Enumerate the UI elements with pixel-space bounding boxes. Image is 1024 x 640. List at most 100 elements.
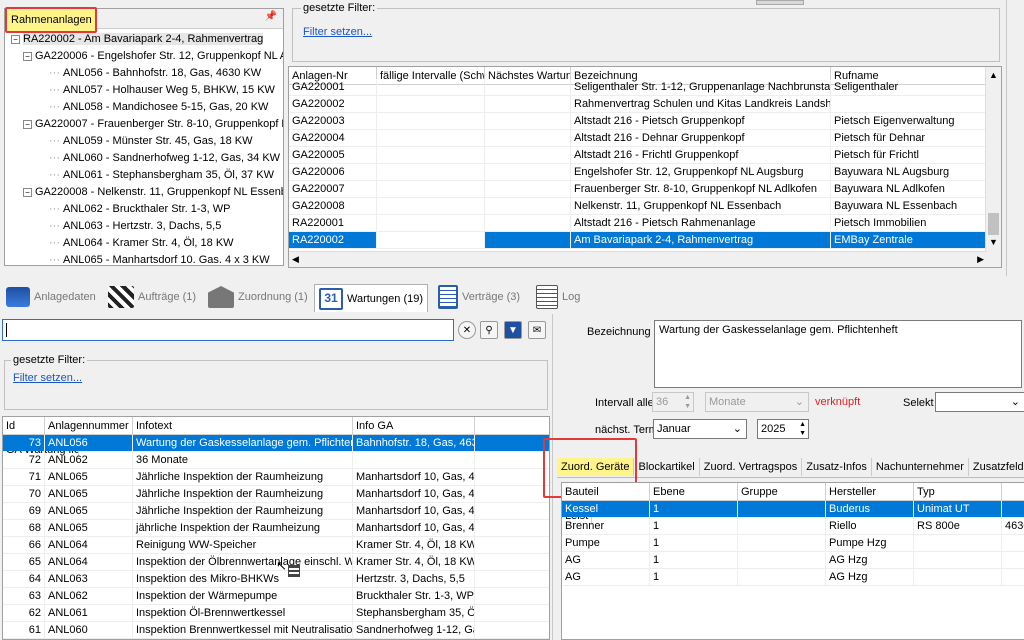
- collapse-icon[interactable]: −: [23, 119, 32, 129]
- column-header[interactable]: Anlagennummer: [45, 417, 133, 435]
- scroll-left-icon[interactable]: ◀: [292, 254, 299, 265]
- tree-leaf[interactable]: ··· ANL065 - Manhartsdorf 10, Gas, 4 x 3 …: [11, 252, 283, 263]
- tab-wartungen[interactable]: 31 Wartungen (19): [314, 284, 429, 312]
- spinner-arrows-icon[interactable]: ▲ ▼: [799, 420, 806, 438]
- tree-leaf[interactable]: ··· ANL062 - Bruckthaler Str. 1-3, WP: [11, 201, 283, 218]
- column-header[interactable]: Ebene: [650, 483, 738, 501]
- table-row[interactable]: 63 ANL062 Inspektion der Wärmepumpe Bruckth…: [3, 588, 549, 605]
- table-row[interactable]: 62 ANL061 Inspektion Öl-Brennwertkessel Ste…: [3, 605, 549, 622]
- document-icon: [438, 285, 458, 309]
- tree-leaf[interactable]: ··· ANL063 - Hertzstr. 3, Dachs, 5,5: [11, 218, 283, 235]
- table-row[interactable]: AG 1 AG Hzg: [562, 569, 1024, 586]
- tree-leaf[interactable]: ··· ANL057 - Holhauser Weg 5, BHKW, 15 KW: [11, 82, 283, 99]
- sub-tab[interactable]: Zusatzfelder: [968, 458, 1024, 476]
- table-row[interactable]: GA220002 Rahmenvertrag Schulen und Kitas …: [289, 96, 1001, 113]
- intervall-spinner[interactable]: 36 ▲ ▼: [652, 392, 694, 412]
- top-grid-scrollbar[interactable]: ▲ ▼: [985, 67, 1001, 267]
- table-row[interactable]: 72 ANL062 36 Monate: [3, 452, 549, 469]
- column-header[interactable]: Infotext: [133, 417, 353, 435]
- table-row[interactable]: GA220006 Engelshofer Str. 12, Gruppenkopf…: [289, 164, 1001, 181]
- table-row[interactable]: 71 ANL065 Jährliche Inspektion der Raumhei…: [3, 469, 549, 486]
- tree-group[interactable]: − GA220006 - Engelshofer Str. 12, Gruppen…: [11, 48, 283, 65]
- tree-leaf[interactable]: ··· ANL059 - Münster Str. 45, Gas, 18 KW: [11, 133, 283, 150]
- sub-tab[interactable]: Blockartikel: [634, 458, 700, 476]
- tab-log[interactable]: Log: [532, 284, 584, 310]
- scroll-down-icon[interactable]: ▼: [989, 237, 998, 247]
- filter-icon[interactable]: ▼: [504, 321, 522, 339]
- column-header[interactable]: Id: [3, 417, 45, 435]
- tab-anlagedaten[interactable]: Anlagedaten: [2, 284, 100, 310]
- table-row[interactable]: Pumpe 1 Pumpe Hzg: [562, 535, 1024, 552]
- table-row[interactable]: GA220001 Seligenthaler Str. 1-12, Gruppen…: [289, 79, 1001, 96]
- tree-leaf[interactable]: ··· ANL060 - Sandnerhofweg 1-12, Gas, 34 …: [11, 150, 283, 167]
- bezeichnung-value: Wartung der Gaskesselanlage gem. Pflicht…: [659, 324, 898, 336]
- tree-group[interactable]: − GA220007 - Frauenberger Str. 8-10, Grup…: [11, 116, 283, 133]
- tree-root[interactable]: − RA220002 - Am Bavariapark 2-4, Rahmenve…: [11, 31, 283, 48]
- table-row[interactable]: 61 ANL060 Inspektion Brennwertkessel mit N…: [3, 622, 549, 639]
- column-header[interactable]: Typ: [914, 483, 1002, 501]
- tree-leaf[interactable]: ··· ANL056 - Bahnhofstr. 18, Gas, 4630 KW: [11, 65, 283, 82]
- column-header[interactable]: Hersteller: [826, 483, 914, 501]
- table-row[interactable]: GA220004 Altstadt 216 - Dehnar Gruppenkop…: [289, 130, 1001, 147]
- sub-tab[interactable]: Zuord. Vertragspos: [699, 458, 803, 476]
- tree-leaf[interactable]: ··· ANL064 - Kramer Str. 4, Öl, 18 KW: [11, 235, 283, 252]
- bezeichnung-field[interactable]: Wartung der Gaskesselanlage gem. Pflicht…: [654, 320, 1022, 388]
- tab-auftraege[interactable]: Aufträge (1): [104, 284, 200, 310]
- table-row[interactable]: AG 1 AG Hzg: [562, 552, 1024, 569]
- spinner-arrows-icon[interactable]: ▲ ▼: [684, 393, 691, 411]
- collapse-icon[interactable]: −: [11, 34, 20, 44]
- table-cell: ANL056: [45, 435, 133, 451]
- column-header[interactable]: Gruppe: [738, 483, 826, 501]
- table-row[interactable]: 70 ANL065 Jährliche Inspektion der Raumhei…: [3, 486, 549, 503]
- top-filter-link[interactable]: Filter setzen...: [303, 26, 372, 38]
- column-header[interactable]: Info GA: [353, 417, 475, 435]
- top-toolbar-stub: [756, 0, 804, 5]
- clear-search-icon[interactable]: ✕: [458, 321, 476, 339]
- table-cell: Stephansbergham 35, Öl,: [353, 605, 475, 621]
- table-row[interactable]: 66 ANL064 Reinigung WW-Speicher Kramer Str.…: [3, 537, 549, 554]
- table-row[interactable]: Kessel 1 Buderus Unimat UT: [562, 501, 1024, 518]
- table-row[interactable]: GA220003 Altstadt 216 - Pietsch Gruppenko…: [289, 113, 1001, 130]
- column-header[interactable]: Bauteil: [562, 483, 650, 501]
- termin-month-select[interactable]: Januar ⌄: [653, 419, 747, 439]
- table-row[interactable]: GA220007 Frauenberger Str. 8-10, Gruppenk…: [289, 181, 1001, 198]
- table-cell: [1002, 569, 1024, 585]
- top-grid-hscroll[interactable]: ◀ ▶: [289, 251, 987, 267]
- table-cell: [377, 198, 485, 214]
- tree-leaf[interactable]: ··· ANL058 - Mandichosee 5-15, Gas, 20 KW: [11, 99, 283, 116]
- table-cell: GA220003: [289, 113, 377, 129]
- table-row[interactable]: RA220001 Altstadt 216 - Pietsch Rahmenanl…: [289, 215, 1001, 232]
- scroll-right-icon[interactable]: ▶: [977, 254, 984, 265]
- search-input[interactable]: [2, 319, 454, 341]
- tree-leaf-label: ANL065 - Manhartsdorf 10, Gas, 4 x 3 KW: [63, 254, 270, 263]
- table-cell: 63: [3, 588, 45, 604]
- tree-group[interactable]: − GA220008 - Nelkenstr. 11, Gruppenkopf N…: [11, 184, 283, 201]
- collapse-icon[interactable]: −: [23, 51, 32, 61]
- collapse-icon[interactable]: −: [23, 187, 32, 197]
- scroll-up-icon[interactable]: ▲: [989, 70, 998, 80]
- table-row[interactable]: 69 ANL065 Jährliche Inspektion der Raumhei…: [3, 503, 549, 520]
- table-row[interactable]: GA220008 Nelkenstr. 11, Gruppenkopf NL Es…: [289, 198, 1001, 215]
- tree-leaf[interactable]: ··· ANL061 - Stephansbergham 35, Öl, 37 K…: [11, 167, 283, 184]
- bottom-filter-link[interactable]: Filter setzen...: [13, 372, 82, 384]
- scroll-thumb[interactable]: [988, 213, 999, 235]
- tree-leaf-label: ANL057 - Holhauser Weg 5, BHKW, 15 KW: [63, 84, 275, 96]
- selekt-select[interactable]: ⌄: [935, 392, 1024, 412]
- table-row[interactable]: 68 ANL065 jährliche Inspektion der Raumhei…: [3, 520, 549, 537]
- tab-auftraege-label: Aufträge (1): [138, 291, 197, 303]
- pin-icon[interactable]: 📌: [265, 11, 277, 22]
- sub-tab[interactable]: Zusatz-Infos: [802, 458, 872, 476]
- search-icon[interactable]: ⚲: [480, 321, 498, 339]
- table-cell: [485, 181, 571, 197]
- mail-icon[interactable]: ✉: [528, 321, 546, 339]
- table-row[interactable]: 73 ANL056 Wartung der Gaskesselanlage gem.…: [3, 435, 549, 452]
- termin-year-spinner[interactable]: 2025 ▲ ▼: [757, 419, 809, 439]
- sub-tab[interactable]: Nachunternehmer: [871, 458, 969, 476]
- table-row[interactable]: Brenner1 RielloRS 800e4630: [562, 518, 1024, 535]
- tab-vertraege[interactable]: Verträge (3): [434, 284, 524, 310]
- tree-leaf-label: ANL058 - Mandichosee 5-15, Gas, 20 KW: [63, 101, 269, 113]
- tab-zuordnung[interactable]: Zuordnung (1): [204, 284, 312, 310]
- table-row[interactable]: RA220002 Am Bavariapark 2-4, Rahmenvertra…: [289, 232, 1001, 249]
- table-row[interactable]: GA220005 Altstadt 216 - Frichtl Gruppenko…: [289, 147, 1001, 164]
- intervall-unit-select[interactable]: Monate ⌄: [705, 392, 809, 412]
